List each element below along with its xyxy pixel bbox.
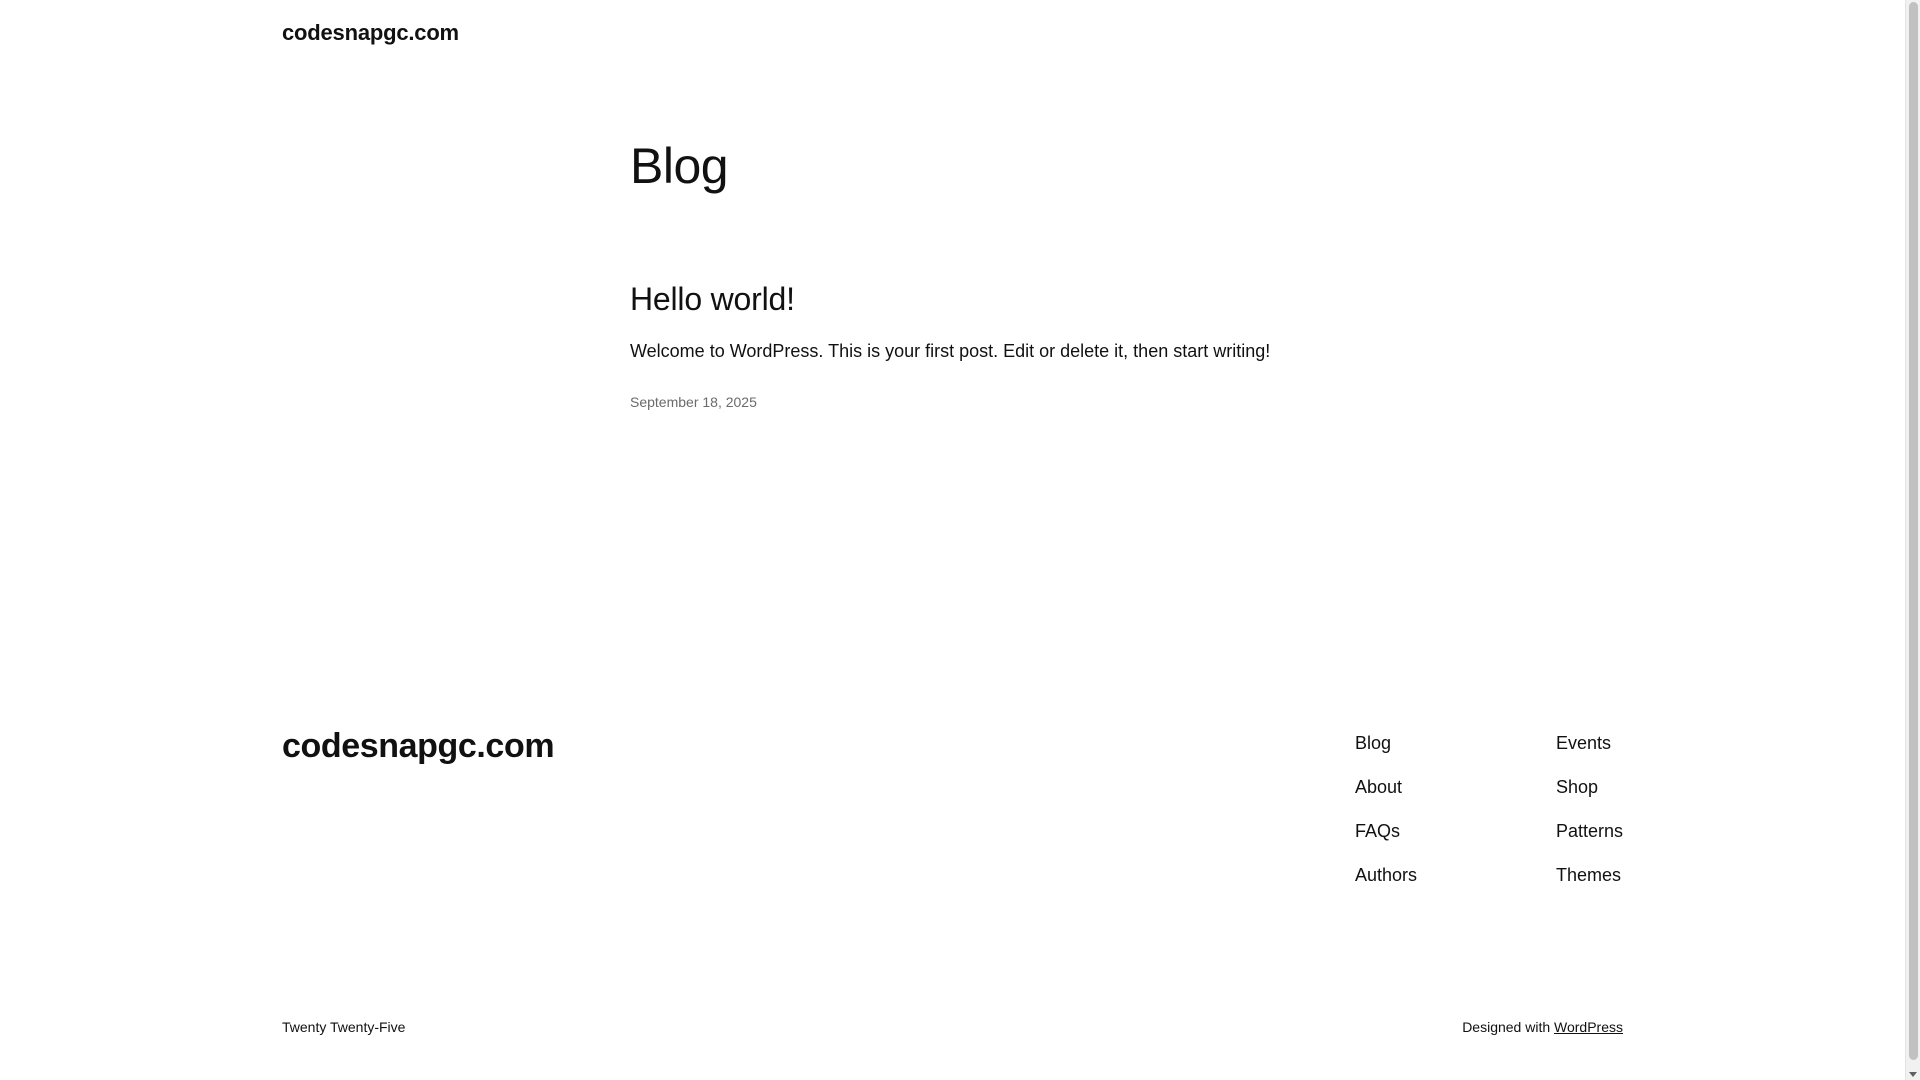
footer-nav-about[interactable]: About xyxy=(1355,771,1555,815)
designed-with-prefix: Designed with xyxy=(1462,1019,1551,1035)
footer-nav-authors[interactable]: Authors xyxy=(1355,859,1555,903)
footer-nav-blog[interactable]: Blog xyxy=(1355,727,1555,771)
footer-nav-events[interactable]: Events xyxy=(1556,727,1756,771)
designed-with-credit: Designed with WordPress xyxy=(1462,1019,1623,1035)
footer-nav-themes[interactable]: Themes xyxy=(1556,859,1756,903)
footer-nav-column-2: Events Shop Patterns Themes xyxy=(1556,727,1756,903)
vertical-scrollbar[interactable] xyxy=(1905,0,1920,1080)
scroll-down-arrow-icon[interactable] xyxy=(1909,1072,1917,1077)
scrollbar-thumb[interactable] xyxy=(1909,2,1918,1060)
page-title: Blog xyxy=(630,138,729,194)
footer-nav-patterns[interactable]: Patterns xyxy=(1556,815,1756,859)
footer-nav-column-1: Blog About FAQs Authors xyxy=(1355,727,1555,903)
footer-site-title-link[interactable]: codesnapgc.com xyxy=(282,727,555,766)
wordpress-link[interactable]: WordPress xyxy=(1554,1019,1623,1035)
theme-credit: Twenty Twenty-Five xyxy=(282,1019,406,1035)
footer-nav-faqs[interactable]: FAQs xyxy=(1355,815,1555,859)
header-site-title-link[interactable]: codesnapgc.com xyxy=(282,20,459,46)
post-date-link[interactable]: September 18, 2025 xyxy=(630,394,757,410)
page: codesnapgc.com Blog Hello world! Welcome… xyxy=(0,0,1905,1080)
post-excerpt: Welcome to WordPress. This is your first… xyxy=(630,341,1271,361)
footer-nav-shop[interactable]: Shop xyxy=(1556,771,1756,815)
post-title-link[interactable]: Hello world! xyxy=(630,280,795,318)
